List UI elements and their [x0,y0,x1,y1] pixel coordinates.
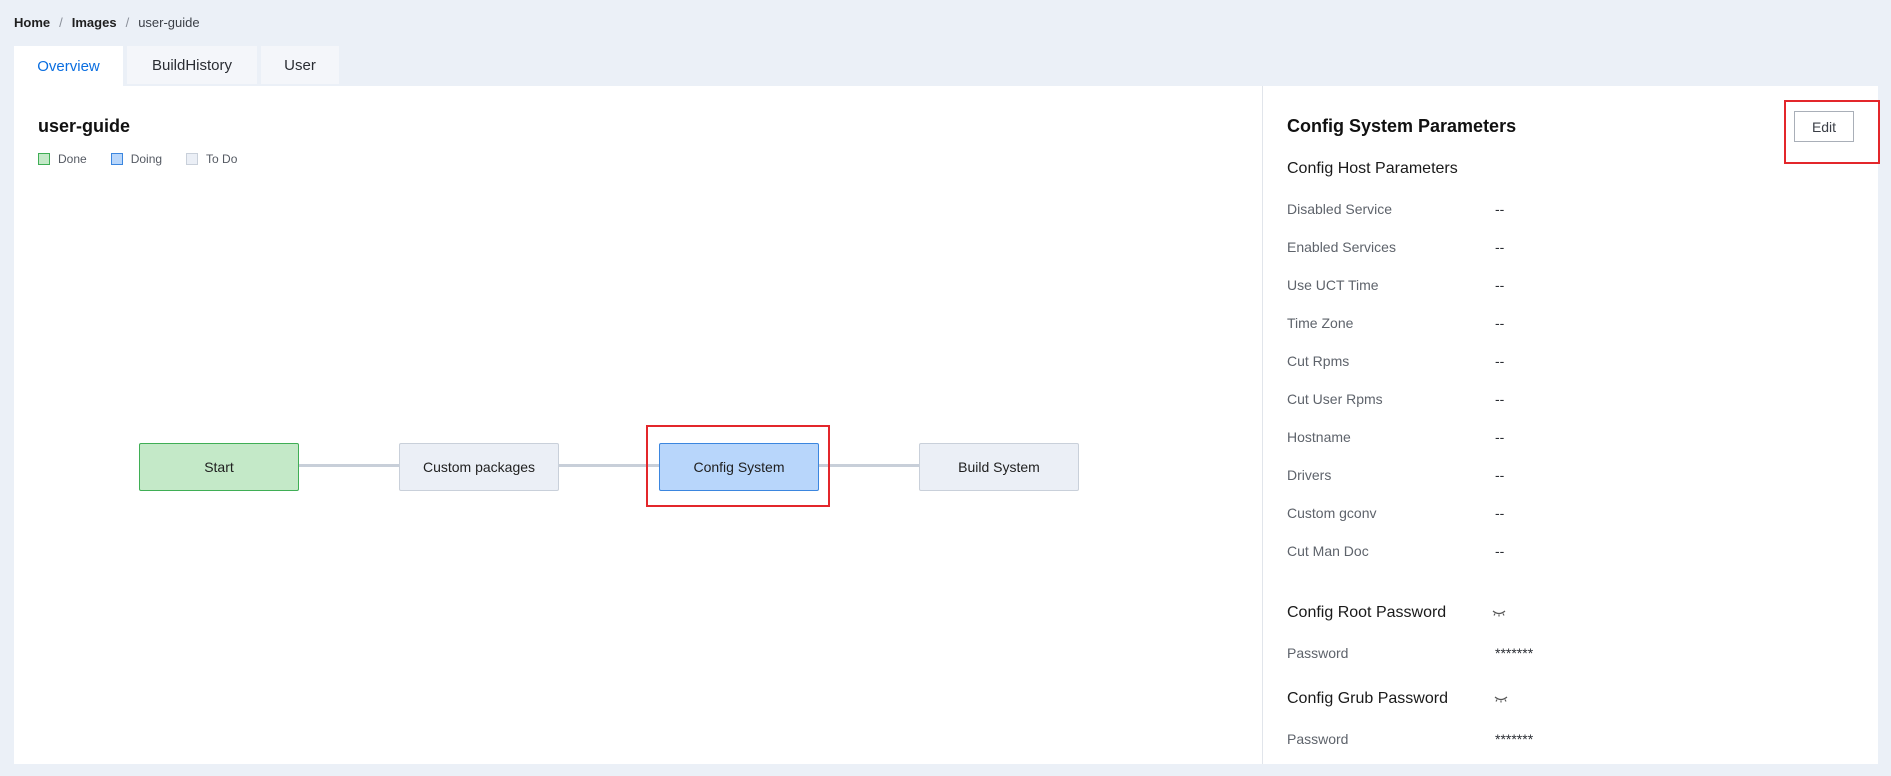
root-password-heading-label: Config Root Password [1287,604,1447,621]
param-row: Cut Man Doc -- [1287,543,1847,559]
param-row: Cut User Rpms -- [1287,391,1847,407]
breadcrumb-separator: / [125,15,130,30]
legend-todo-label: To Do [206,152,238,166]
param-label: Password [1287,731,1349,747]
param-row: Use UCT Time -- [1287,277,1847,293]
param-row: Drivers -- [1287,467,1847,483]
flow-node-build-system[interactable]: Build System [919,443,1079,491]
breadcrumb-current: user-guide [138,15,200,30]
param-value: -- [1495,391,1505,407]
param-value: ******* [1495,645,1534,661]
param-row: Time Zone -- [1287,315,1847,331]
param-row: Enabled Services -- [1287,239,1847,255]
param-row: Cut Rpms -- [1287,353,1847,369]
overview-pane: user-guide Done Doing To Do Start Custom… [14,86,1262,764]
legend-done: Done [38,152,87,166]
breadcrumb-images[interactable]: Images [72,15,117,30]
param-label: Disabled Service [1287,201,1393,217]
edit-button-highlight [1784,100,1880,164]
tab-bar: Overview BuildHistory User [14,46,343,86]
grub-password-heading-label: Config Grub Password [1287,690,1448,707]
param-row: Disabled Service -- [1287,201,1847,217]
param-value: -- [1495,315,1505,331]
param-row: Custom gconv -- [1287,505,1847,521]
tab-user[interactable]: User [261,46,339,84]
page-title: user-guide [38,116,131,136]
config-panel-title: Config System Parameters [1287,116,1517,136]
grub-password-heading: Config Grub Password [1287,690,1508,708]
breadcrumb-home[interactable]: Home [14,15,50,30]
param-value: -- [1495,543,1505,559]
config-system-highlight [646,425,830,507]
param-label: Enabled Services [1287,239,1396,255]
breadcrumb-separator: / [59,15,63,30]
param-value: -- [1495,353,1505,369]
config-panel: Config System Parameters Edit Config Hos… [1263,86,1880,764]
param-label: Custom gconv [1287,505,1377,521]
param-label: Password [1287,645,1349,661]
param-label: Hostname [1287,429,1351,445]
param-value: -- [1495,239,1505,255]
param-label: Use UCT Time [1287,277,1379,293]
legend-doing-swatch [110,153,123,165]
param-value: ******* [1495,731,1534,747]
main-card: user-guide Done Doing To Do Start Custom… [14,86,1880,764]
param-label: Cut Rpms [1287,353,1350,369]
legend-doing-label: Doing [130,152,163,166]
eye-closed-icon[interactable] [1494,695,1508,703]
param-value: -- [1495,505,1505,521]
tab-overview[interactable]: Overview [14,46,123,86]
legend-todo-swatch [186,153,199,165]
flow-connector [819,464,919,467]
flow-node-start[interactable]: Start [139,443,299,491]
param-value: -- [1495,467,1505,483]
param-value: -- [1495,277,1505,293]
param-row: Password ******* [1287,645,1847,661]
param-label: Drivers [1287,467,1332,483]
flow-connector [299,464,399,467]
eye-closed-icon[interactable] [1492,609,1506,617]
breadcrumb: Home / Images / user-guide [14,15,200,30]
param-row: Password ******* [1287,731,1847,747]
flow-connector [559,464,659,467]
legend-done-label: Done [58,152,87,166]
legend-todo: To Do [186,152,237,166]
param-label: Cut Man Doc [1287,543,1369,559]
param-value: -- [1495,429,1505,445]
host-parameters-heading: Config Host Parameters [1287,160,1458,177]
param-row: Hostname -- [1287,429,1847,445]
tab-buildhistory[interactable]: BuildHistory [127,46,257,84]
param-label: Cut User Rpms [1287,391,1383,407]
root-password-heading: Config Root Password [1287,604,1506,622]
legend-doing: Doing [110,152,163,166]
param-value: -- [1495,201,1505,217]
legend-done-swatch [38,153,50,165]
param-label: Time Zone [1287,315,1354,331]
status-legend: Done Doing To Do [38,152,261,166]
flow-node-custom-packages[interactable]: Custom packages [399,443,559,491]
